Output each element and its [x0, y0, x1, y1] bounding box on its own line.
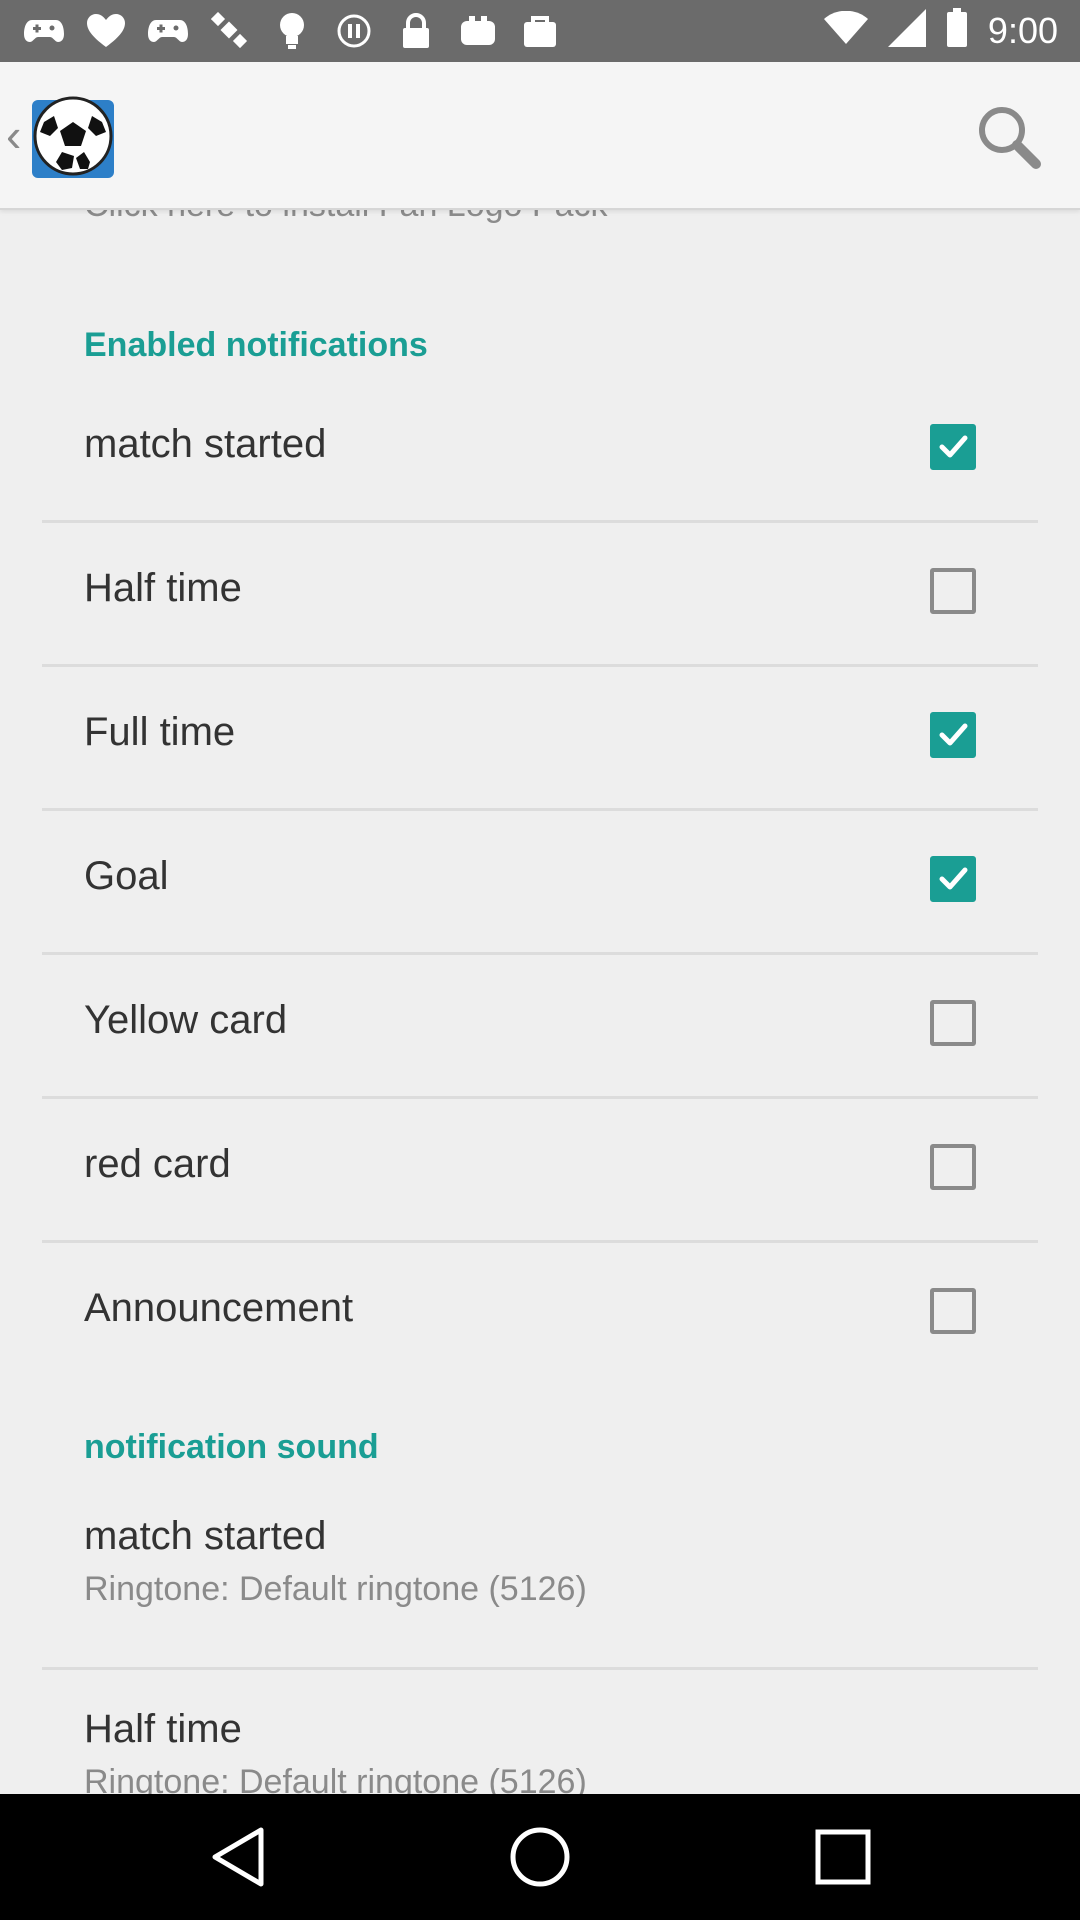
list-item-sound-match-started[interactable]: match started Ringtone: Default ringtone…: [0, 1514, 1080, 1654]
checkmark-icon: [939, 435, 968, 458]
divider: [42, 664, 1038, 667]
notification-item-label: Goal: [84, 854, 169, 898]
checkbox[interactable]: [930, 1144, 976, 1190]
list-item-notification[interactable]: match started: [0, 404, 1080, 504]
settings-list[interactable]: Click here to install Fan Logo Pack Enab…: [0, 208, 1080, 1794]
gamepad-icon: [24, 12, 64, 50]
system-nav-bar: [0, 1794, 1080, 1920]
checkmark-icon: [939, 435, 968, 458]
lock-icon: [396, 12, 436, 50]
battery-icon: [946, 8, 968, 53]
notification-item-label: Full time: [84, 710, 236, 754]
toaster-icon: [458, 12, 498, 50]
satellite-icon: [210, 12, 250, 50]
checkbox[interactable]: [930, 1288, 976, 1334]
recents-square-icon[interactable]: [808, 1822, 878, 1892]
divider: [42, 1240, 1038, 1243]
checkmark-icon: [939, 723, 968, 746]
list-item-notification[interactable]: red card: [0, 1124, 1080, 1224]
list-item-notification[interactable]: Half time: [0, 548, 1080, 648]
list-item-notification[interactable]: Yellow card: [0, 980, 1080, 1080]
checkbox[interactable]: [930, 424, 976, 470]
divider: [42, 1667, 1038, 1670]
checkmark-icon: [939, 867, 968, 890]
status-bar: 9:00: [0, 0, 1080, 62]
signal-icon: [887, 9, 926, 52]
notification-item-label: Half time: [84, 566, 242, 610]
search-icon[interactable]: [972, 100, 1044, 172]
divider: [42, 952, 1038, 955]
clock: 9:00: [987, 9, 1058, 51]
list-item-notification[interactable]: Full time: [0, 692, 1080, 792]
section-title-enabled-notifications: Enabled notifications: [84, 326, 428, 364]
sound-item-label: Half time: [84, 1707, 242, 1751]
checkbox[interactable]: [930, 856, 976, 902]
checkbox[interactable]: [930, 1000, 976, 1046]
pause-circle-icon: [334, 12, 374, 50]
divider: [42, 1096, 1038, 1099]
shopping-bag-icon: [520, 12, 560, 50]
list-item-notification[interactable]: Goal: [0, 836, 1080, 936]
divider: [42, 808, 1038, 811]
heart-icon: [86, 12, 126, 50]
notification-item-label: red card: [84, 1142, 231, 1186]
sound-item-label: match started: [84, 1514, 327, 1558]
list-item-notification[interactable]: Announcement: [0, 1268, 1080, 1368]
notification-item-label: Announcement: [84, 1286, 354, 1330]
gamepad-icon: [148, 12, 188, 50]
notification-item-label: Yellow card: [84, 998, 288, 1042]
checkmark-icon: [939, 723, 968, 746]
divider: [42, 520, 1038, 523]
action-bar: ‹: [0, 62, 1080, 210]
checkmark-icon: [939, 867, 968, 890]
notification-icons: [24, 12, 560, 50]
status-right: 9:00: [823, 8, 1058, 53]
bulb-icon: [272, 12, 312, 50]
wifi-icon: [823, 10, 868, 50]
install-logo-pack-link[interactable]: Click here to install Fan Logo Pack: [84, 208, 607, 225]
sound-item-summary: Ringtone: Default ringtone (5126): [84, 1763, 587, 1794]
checkbox[interactable]: [930, 568, 976, 614]
home-circle-icon[interactable]: [505, 1822, 575, 1892]
sound-item-summary: Ringtone: Default ringtone (5126): [84, 1570, 587, 1608]
back-triangle-icon[interactable]: [205, 1822, 275, 1892]
soccer-ball-icon[interactable]: [28, 92, 118, 182]
section-title-notification-sound: notification sound: [84, 1428, 379, 1466]
chevron-left-icon[interactable]: ‹: [6, 108, 21, 162]
list-item-sound-half-time[interactable]: Half time Ringtone: Default ringtone (51…: [0, 1707, 1080, 1794]
checkbox[interactable]: [930, 712, 976, 758]
notification-item-label: match started: [84, 422, 327, 466]
